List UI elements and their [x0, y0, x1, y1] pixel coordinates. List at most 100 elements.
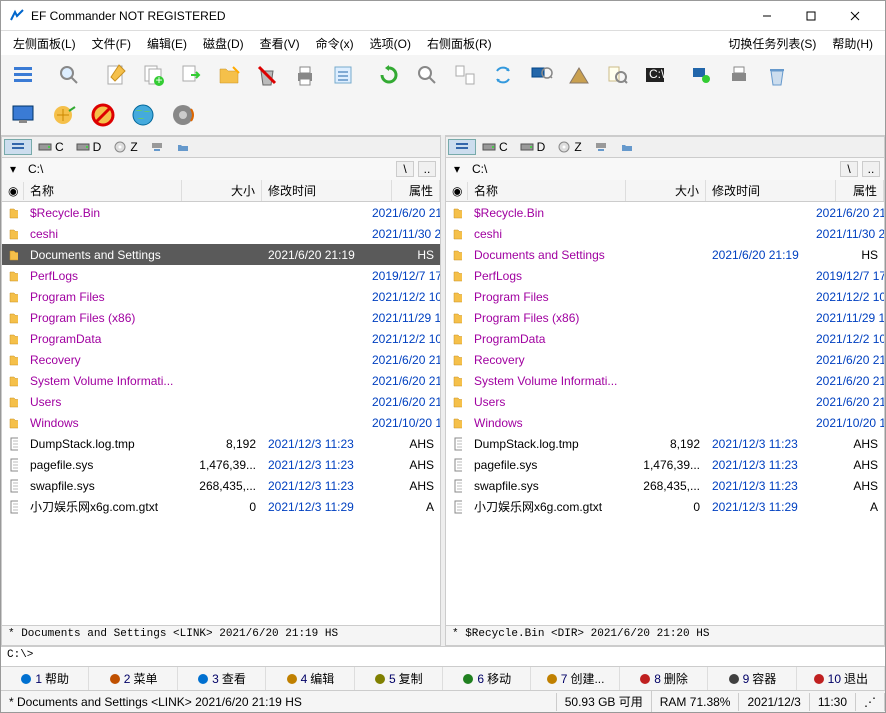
terminal-button[interactable]: C:\: [637, 57, 673, 93]
file-row[interactable]: Program Files2021/12/2 10:26R: [2, 286, 440, 307]
view-mode-button[interactable]: [4, 139, 32, 155]
command-line[interactable]: C:\>: [1, 646, 885, 666]
drive-home[interactable]: [170, 140, 196, 154]
trash-button[interactable]: [759, 57, 795, 93]
move-button[interactable]: [173, 57, 209, 93]
file-row[interactable]: ceshi2021/11/30 22:17: [446, 223, 884, 244]
file-row[interactable]: Windows2021/10/20 10:26: [446, 412, 884, 433]
file-row[interactable]: Program Files (x86)2021/11/29 11:02R: [2, 307, 440, 328]
right-up-button[interactable]: ..: [862, 161, 880, 177]
file-row[interactable]: Windows2021/10/20 10:26: [2, 412, 440, 433]
connect-button[interactable]: [45, 97, 81, 133]
find-button[interactable]: [409, 57, 445, 93]
menu-右侧面板(R)[interactable]: 右侧面板(R): [419, 34, 500, 54]
fkey-4[interactable]: 4 编辑: [266, 667, 354, 690]
print2-button[interactable]: [721, 57, 757, 93]
maximize-button[interactable]: [789, 2, 833, 30]
left-root-button[interactable]: \: [396, 161, 414, 177]
drive-C[interactable]: C: [32, 139, 70, 155]
drive-D[interactable]: D: [70, 139, 108, 155]
disconnect-button[interactable]: [85, 97, 121, 133]
col-attr[interactable]: 属性: [836, 180, 884, 201]
drive-Z[interactable]: Z: [107, 139, 143, 155]
file-row[interactable]: Recovery2021/6/20 21:19HS: [2, 349, 440, 370]
file-row[interactable]: Recovery2021/6/20 21:19HS: [446, 349, 884, 370]
file-row[interactable]: Documents and Settings2021/6/20 21:19HS: [2, 244, 440, 265]
search-button[interactable]: [51, 57, 87, 93]
col-date[interactable]: 修改时间: [706, 180, 836, 201]
file-row[interactable]: Program Files (x86)2021/11/29 11:02R: [446, 307, 884, 328]
drive-home[interactable]: [614, 140, 640, 154]
drive-Z[interactable]: Z: [551, 139, 587, 155]
dropdown-icon[interactable]: ▾: [450, 162, 464, 176]
minimize-button[interactable]: [745, 2, 789, 30]
dropdown-icon[interactable]: ▾: [6, 162, 20, 176]
file-row[interactable]: $Recycle.Bin2021/6/20 21:20HS: [2, 202, 440, 223]
refresh2-button[interactable]: [485, 57, 521, 93]
file-row[interactable]: Program Files2021/12/2 10:26R: [446, 286, 884, 307]
close-button[interactable]: [833, 2, 877, 30]
col-icon[interactable]: ◉: [2, 182, 24, 200]
file-row[interactable]: pagefile.sys1,476,39...2021/12/3 11:23AH…: [446, 454, 884, 475]
file-row[interactable]: ProgramData2021/12/2 10:25H: [2, 328, 440, 349]
file-row[interactable]: swapfile.sys268,435,...2021/12/3 11:23AH…: [446, 475, 884, 496]
col-attr[interactable]: 属性: [392, 180, 440, 201]
fkey-2[interactable]: 2 菜单: [89, 667, 177, 690]
col-size[interactable]: 大小: [626, 180, 706, 201]
file-row[interactable]: System Volume Informati...2021/6/20 21:2…: [2, 370, 440, 391]
file-row[interactable]: DumpStack.log.tmp8,1922021/12/3 11:23AHS: [446, 433, 884, 454]
menu-命令(x)[interactable]: 命令(x): [308, 34, 362, 54]
fkey-7[interactable]: 7 创建...: [531, 667, 619, 690]
file-row[interactable]: DumpStack.log.tmp8,1922021/12/3 11:23AHS: [2, 433, 440, 454]
file-row[interactable]: swapfile.sys268,435,...2021/12/3 11:23AH…: [2, 475, 440, 496]
file-row[interactable]: $Recycle.Bin2021/6/20 21:20HS: [446, 202, 884, 223]
menu-帮助(H)[interactable]: 帮助(H): [824, 34, 881, 54]
menu-查看(V)[interactable]: 查看(V): [252, 34, 308, 54]
col-size[interactable]: 大小: [182, 180, 262, 201]
left-path[interactable]: C:\: [24, 161, 392, 177]
col-name[interactable]: 名称: [24, 180, 182, 201]
file-row[interactable]: Documents and Settings2021/6/20 21:19HS: [446, 244, 884, 265]
file-row[interactable]: Users2021/6/20 21:20R: [2, 391, 440, 412]
fkey-10[interactable]: 10 退出: [797, 667, 885, 690]
view-mode-button[interactable]: [448, 139, 476, 155]
drive-D[interactable]: D: [514, 139, 552, 155]
new-folder-button[interactable]: [211, 57, 247, 93]
menu-编辑(E)[interactable]: 编辑(E): [139, 34, 195, 54]
menu-选项(O)[interactable]: 选项(O): [362, 34, 419, 54]
network-button[interactable]: [523, 57, 559, 93]
print-button[interactable]: [287, 57, 323, 93]
menu-文件(F)[interactable]: 文件(F): [84, 34, 139, 54]
left-list[interactable]: $Recycle.Bin2021/6/20 21:20HSceshi2021/1…: [2, 202, 440, 625]
col-name[interactable]: 名称: [468, 180, 626, 201]
pyramid-button[interactable]: [561, 57, 597, 93]
right-path[interactable]: C:\: [468, 161, 836, 177]
fkey-9[interactable]: 9 容器: [708, 667, 796, 690]
menu-切换任务列表(S)[interactable]: 切换任务列表(S): [720, 34, 824, 54]
settings-button[interactable]: [683, 57, 719, 93]
file-row[interactable]: Users2021/6/20 21:20R: [446, 391, 884, 412]
right-list[interactable]: $Recycle.Bin2021/6/20 21:20HSceshi2021/1…: [446, 202, 884, 625]
file-row[interactable]: System Volume Informati...2021/6/20 21:2…: [446, 370, 884, 391]
menu-左侧面板(L)[interactable]: 左侧面板(L): [5, 34, 84, 54]
file-row[interactable]: PerfLogs2019/12/7 17:14: [446, 265, 884, 286]
view-details-button[interactable]: [5, 57, 41, 93]
right-root-button[interactable]: \: [840, 161, 858, 177]
menu-磁盘(D)[interactable]: 磁盘(D): [195, 34, 252, 54]
fkey-5[interactable]: 5 复制: [355, 667, 443, 690]
file-row[interactable]: ceshi2021/11/30 22:17: [2, 223, 440, 244]
file-row[interactable]: pagefile.sys1,476,39...2021/12/3 11:23AH…: [2, 454, 440, 475]
col-date[interactable]: 修改时间: [262, 180, 392, 201]
sync-button[interactable]: [447, 57, 483, 93]
file-row[interactable]: 小刀娱乐网x6g.com.gtxt02021/12/3 11:29A: [446, 496, 884, 517]
file-row[interactable]: PerfLogs2019/12/7 17:14: [2, 265, 440, 286]
fkey-3[interactable]: 3 查看: [178, 667, 266, 690]
drive-net[interactable]: [588, 140, 614, 154]
edit-button[interactable]: [97, 57, 133, 93]
desktop-button[interactable]: [5, 97, 41, 133]
globe-button[interactable]: [125, 97, 161, 133]
drive-net[interactable]: [144, 140, 170, 154]
drive-C[interactable]: C: [476, 139, 514, 155]
fkey-6[interactable]: 6 移动: [443, 667, 531, 690]
left-up-button[interactable]: ..: [418, 161, 436, 177]
